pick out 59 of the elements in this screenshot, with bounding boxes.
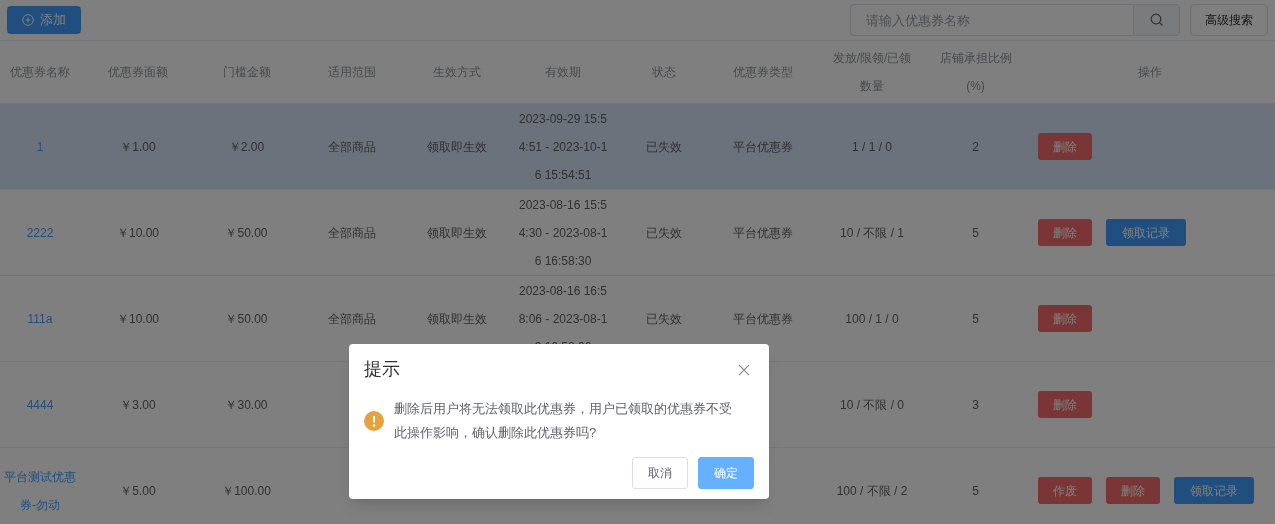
record-button[interactable]: 领取记录 [1106,219,1186,246]
record-button[interactable]: 领取记录 [1174,477,1254,504]
scope-cell-text: 全部商品 [328,310,376,328]
status-cell-text: 已失效 [646,224,682,242]
ratio-cell-text: 3 [972,396,979,414]
plus-circle-icon [22,14,34,26]
status-cell-text: 已失效 [646,138,682,156]
coupon-name-link[interactable]: 2222 [26,218,54,247]
threshold-cell-text: ￥50.00 [225,310,268,328]
status-cell-text: 已失效 [646,310,682,328]
type-cell-text: 平台优惠券 [733,224,793,242]
action-button[interactable]: 删除 [1106,477,1160,504]
ratio-cell-text: 5 [972,310,979,328]
face-value-cell-text: ￥5.00 [120,482,156,500]
action-button[interactable]: 删除 [1038,219,1092,246]
validity-cell-text: 2023-09-29 15:54:51 - 2023-10-16 15:54:51 [517,110,609,184]
add-button[interactable]: 添加 [7,6,81,34]
search-button[interactable] [1134,4,1180,36]
face-value-cell-text: ￥10.00 [117,224,159,242]
type-cell-text: 平台优惠券 [733,310,793,328]
coupon-name-link[interactable]: 1 [36,132,44,161]
scope-cell-text: 全部商品 [328,224,376,242]
quantity-cell-text: 100 / 不限 / 2 [836,482,908,500]
ratio-cell-text: 5 [972,482,979,500]
action-button[interactable]: 删除 [1038,305,1092,332]
threshold-cell-text: ￥50.00 [225,224,268,242]
type-cell-text: 平台优惠券 [733,138,793,156]
quantity-cell-text: 10 / 不限 / 1 [840,224,904,242]
close-icon [738,363,750,376]
quantity-cell-text: 100 / 1 / 0 [845,310,899,328]
coupon-name-link[interactable]: 111a [27,304,53,333]
table-row[interactable]: 1 ￥1.00 ￥2.00 全部商品 领取即生效 2023-09-29 15:54:51 - 2023-10-16 15:54:51 已失效 平台优惠券 1 / 1 / 0 2 删除 [0,104,1275,190]
close-button[interactable] [738,362,752,377]
threshold-cell-text: ￥2.00 [228,138,265,156]
confirm-button[interactable]: 确定 [698,457,754,489]
dialog-message: 删除后用户将无法领取此优惠券，用户已领取的优惠券不受此操作影响，确认删除此优惠券吗? [394,400,733,442]
ratio-cell-text: 2 [972,138,979,156]
warning-icon [364,411,384,431]
scope-cell-text: 全部商品 [328,138,376,156]
threshold-cell-text: ￥100.00 [222,482,271,500]
action-button[interactable]: 删除 [1038,391,1092,418]
threshold-cell-text: ￥30.00 [225,396,268,414]
face-value-cell-text: ￥3.00 [120,396,156,414]
coupon-name-link[interactable]: 平台测试优惠券-勿动 [4,462,76,519]
cancel-button[interactable]: 取消 [632,457,688,489]
action-button[interactable]: 删除 [1038,133,1092,160]
quantity-cell-text: 10 / 不限 / 0 [840,396,904,414]
ratio-cell-text: 5 [972,224,979,242]
action-button[interactable]: 作废 [1038,477,1092,504]
search-icon [1149,13,1164,27]
face-value-cell-text: ￥1.00 [120,138,156,156]
face-value-cell-text: ￥10.00 [117,310,159,328]
quantity-cell-text: 1 / 1 / 0 [852,138,892,156]
validity-cell-text: 2023-08-16 15:54:30 - 2023-08-16 16:58:30 [517,196,609,270]
advanced-search-button[interactable]: 高级搜索 [1190,4,1268,36]
effect-cell-text: 领取即生效 [426,224,487,242]
effect-cell-text: 领取即生效 [426,138,487,156]
coupon-name-link[interactable]: 4444 [26,390,54,419]
effect-cell-text: 领取即生效 [426,310,487,328]
